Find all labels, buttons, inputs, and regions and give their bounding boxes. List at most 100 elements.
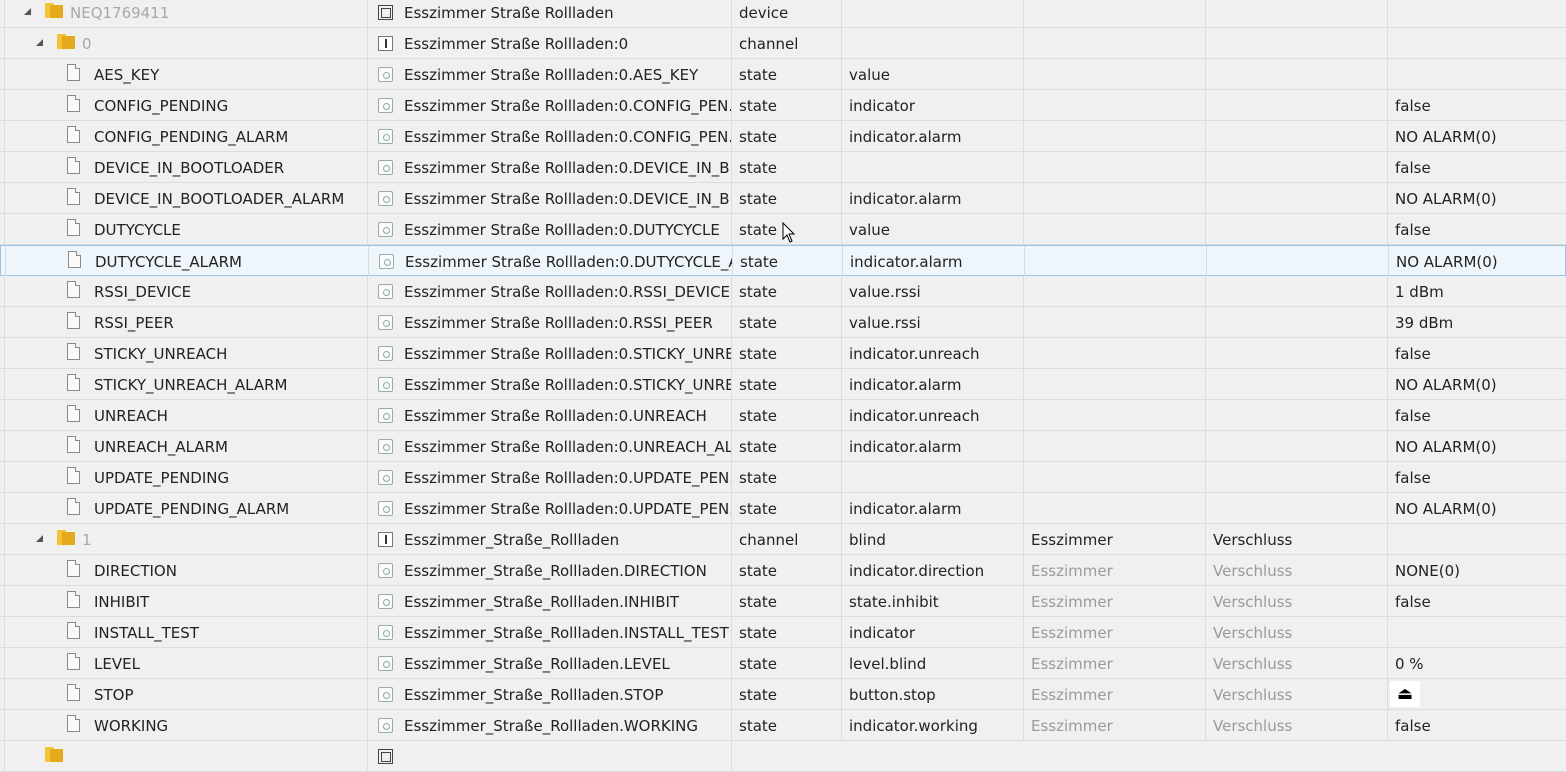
role-cell: level.blind <box>842 648 1024 678</box>
tree-row-state[interactable]: UPDATE_PENDING Esszimmer Straße Rollladen… <box>0 462 1566 493</box>
object-id: Esszimmer Straße Rollladen:0.CONFIG_PEN.… <box>404 128 732 146</box>
tree-row-state[interactable]: CONFIG_PENDING_ALARM Esszimmer Straße Rol… <box>0 121 1566 152</box>
id-cell: Esszimmer Straße Rollladen:0.DUTYCYCLE_A… <box>369 246 733 276</box>
role-cell: indicator.alarm <box>842 493 1024 523</box>
tree-row-state[interactable]: DEVICE_IN_BOOTLOADER_ALARM Esszimmer Stra… <box>0 183 1566 214</box>
id-cell <box>368 741 732 771</box>
function-cell <box>1206 90 1388 120</box>
collapse-triangle-icon[interactable] <box>36 39 43 46</box>
state-name: UNREACH <box>94 407 168 425</box>
object-id: Esszimmer Straße Rollladen:0.STICKY_UNRE… <box>404 376 732 394</box>
state-name: STICKY_UNREACH <box>94 345 228 363</box>
id-cell: Esszimmer Straße Rollladen:0.DUTYCYCLE <box>368 214 732 244</box>
role-cell: indicator.alarm <box>842 121 1024 151</box>
tree-row-state[interactable]: UNREACH Esszimmer Straße Rollladen:0.UNRE… <box>0 400 1566 431</box>
object-id: Esszimmer Straße Rollladen:0.UNREACH <box>404 407 707 425</box>
tree-row-state[interactable]: INHIBIT Esszimmer_Straße_Rollladen.INHIBI… <box>0 586 1566 617</box>
state-name: STOP <box>94 686 134 704</box>
stop-button[interactable]: ⏏ <box>1390 681 1420 707</box>
function-cell <box>1206 59 1388 89</box>
object-id: Esszimmer Straße Rollladen:0.RSSI_PEER <box>404 314 713 332</box>
value-cell <box>1388 617 1566 647</box>
function-cell <box>1206 431 1388 461</box>
type-cell: state <box>732 431 842 461</box>
object-id: Esszimmer_Straße_Rollladen.INHIBIT <box>404 593 680 611</box>
state-name: UPDATE_PENDING_ALARM <box>94 500 290 518</box>
id-cell: Esszimmer Straße Rollladen:0.STICKY_UNRE… <box>368 369 732 399</box>
function-cell <box>1206 276 1388 306</box>
name-cell: UPDATE_PENDING <box>4 462 368 492</box>
tree-row-state[interactable]: DUTYCYCLE_ALARM Esszimmer Straße Rolllade… <box>0 245 1566 276</box>
collapse-triangle-icon[interactable] <box>36 535 43 542</box>
state-icon <box>378 687 393 702</box>
file-icon <box>67 374 80 391</box>
file-icon <box>67 219 80 236</box>
tree-row-state[interactable]: LEVEL Esszimmer_Straße_Rollladen.LEVEL sta… <box>0 648 1566 679</box>
name-cell: 1 <box>4 524 368 554</box>
state-icon <box>378 625 393 640</box>
type-cell: state <box>732 710 842 740</box>
room-cell <box>1024 276 1206 306</box>
file-icon <box>67 312 80 329</box>
tree-row-state[interactable]: UPDATE_PENDING_ALARM Esszimmer Straße Rol… <box>0 493 1566 524</box>
folder-icon <box>45 3 63 18</box>
tree-row-channel-1[interactable]: 1 Esszimmer_Straße_Rollladen channel bli… <box>0 524 1566 555</box>
file-icon <box>67 126 80 143</box>
id-cell: Esszimmer_Straße_Rollladen.LEVEL <box>368 648 732 678</box>
tree-row-state[interactable]: STICKY_UNREACH Esszimmer Straße Rollladen… <box>0 338 1566 369</box>
state-name: RSSI_PEER <box>94 314 174 332</box>
type-cell: device <box>732 0 842 27</box>
room-cell <box>1024 431 1206 461</box>
function-cell <box>1206 121 1388 151</box>
file-icon <box>68 251 81 268</box>
function-cell: Verschluss <box>1206 586 1388 616</box>
value-cell <box>1388 524 1566 554</box>
object-id: Esszimmer Straße Rollladen:0.DEVICE_IN_B… <box>404 159 732 177</box>
room-cell <box>1024 307 1206 337</box>
file-icon <box>67 281 80 298</box>
tree-row-channel-0[interactable]: 0 Esszimmer Straße Rollladen:0 channel <box>0 28 1566 59</box>
name-cell: 0 <box>4 28 368 58</box>
name-cell <box>4 741 368 771</box>
tree-row-partial[interactable] <box>0 741 1566 772</box>
state-icon <box>378 563 393 578</box>
collapse-triangle-icon[interactable] <box>24 8 31 15</box>
tree-row-state[interactable]: STOP Esszimmer_Straße_Rollladen.STOP state… <box>0 679 1566 710</box>
type-cell: state <box>732 307 842 337</box>
value-cell <box>1388 59 1566 89</box>
tree-row-state[interactable]: UNREACH_ALARM Esszimmer Straße Rollladen:… <box>0 431 1566 462</box>
folder-icon <box>45 747 63 762</box>
tree-row-state[interactable]: AES_KEY Esszimmer Straße Rollladen:0.AES_… <box>0 59 1566 90</box>
tree-row-state[interactable]: DEVICE_IN_BOOTLOADER Esszimmer Straße Rol… <box>0 152 1566 183</box>
object-id: Esszimmer Straße Rollladen:0.AES_KEY <box>404 66 699 84</box>
tree-row-state[interactable]: RSSI_PEER Esszimmer Straße Rollladen:0.RS… <box>0 307 1566 338</box>
tree-row-state[interactable]: INSTALL_TEST Esszimmer_Straße_Rollladen.I… <box>0 617 1566 648</box>
file-icon <box>67 684 80 701</box>
state-icon <box>378 191 393 206</box>
state-name: DIRECTION <box>94 562 177 580</box>
state-icon <box>378 377 393 392</box>
type-cell: state <box>732 59 842 89</box>
tree-row-device[interactable]: NEQ1769411 Esszimmer Straße Rollladen de… <box>0 0 1566 28</box>
tree-row-state[interactable]: WORKING Esszimmer_Straße_Rollladen.WORKIN… <box>0 710 1566 741</box>
tree-row-state[interactable]: DUTYCYCLE Esszimmer Straße Rollladen:0.DU… <box>0 214 1566 245</box>
function-cell <box>1206 152 1388 182</box>
object-id: Esszimmer_Straße_Rollladen.LEVEL <box>404 655 670 673</box>
id-cell: Esszimmer Straße Rollladen:0.UNREACH_AL.… <box>368 431 732 461</box>
tree-row-state[interactable]: DIRECTION Esszimmer_Straße_Rollladen.DIRE… <box>0 555 1566 586</box>
role-cell: indicator.alarm <box>843 246 1025 276</box>
state-icon <box>378 98 393 113</box>
room-cell <box>1024 400 1206 430</box>
tree-row-state[interactable]: STICKY_UNREACH_ALARM Esszimmer Straße Rol… <box>0 369 1566 400</box>
function-cell: Verschluss <box>1206 617 1388 647</box>
id-cell: Esszimmer Straße Rollladen:0.RSSI_DEVICE <box>368 276 732 306</box>
channel-icon <box>378 36 393 51</box>
name-cell: RSSI_PEER <box>4 307 368 337</box>
value-cell: NONE(0) <box>1395 562 1460 580</box>
tree-row-state[interactable]: RSSI_DEVICE Esszimmer Straße Rollladen:0.… <box>0 276 1566 307</box>
function-cell <box>1206 462 1388 492</box>
tree-row-state[interactable]: CONFIG_PENDING Esszimmer Straße Rollladen… <box>0 90 1566 121</box>
object-id: Esszimmer_Straße_Rollladen.WORKING <box>404 717 699 735</box>
room-cell <box>1024 183 1206 213</box>
role-cell: indicator.unreach <box>842 400 1024 430</box>
